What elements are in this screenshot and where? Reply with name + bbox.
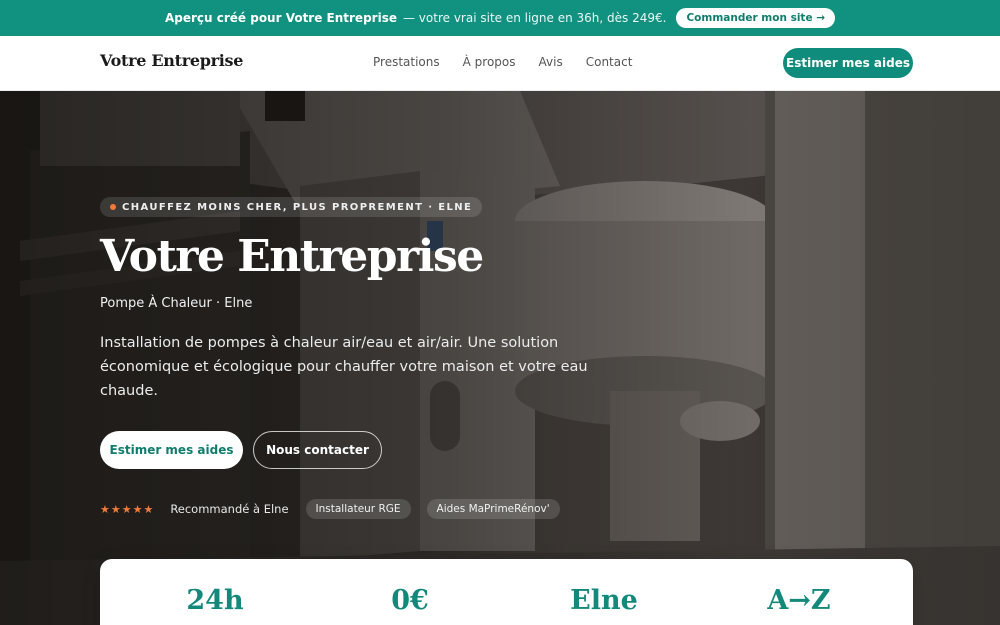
hero-description: Installation de pompes à chaleur air/eau… — [100, 335, 588, 399]
header-estimate-button[interactable]: Estimer mes aides — [783, 48, 913, 78]
nav-link-a-propos[interactable]: À propos — [463, 55, 516, 69]
banner-text: — votre vrai site en ligne en 36h, dès 2… — [402, 11, 667, 25]
rating-stars-icon: ★★★★★ — [100, 502, 155, 516]
banner-headline: Aperçu créé pour Votre Entreprise — [164, 11, 397, 25]
promo-banner: Aperçu créé pour Votre Entreprise — votr… — [0, 0, 1000, 36]
main-nav: Prestations À propos Avis Contact — [373, 55, 632, 69]
kicker-text: CHAUFFEZ MOINS CHER, PLUS PROPREMENT · E… — [122, 201, 473, 213]
brand-logo[interactable]: Votre Entreprise — [100, 51, 243, 70]
stat-price: 0€ — [391, 585, 429, 616]
contact-button[interactable]: Nous contacter — [253, 431, 382, 469]
recommended-text: Recommandé à Elne — [170, 502, 289, 516]
hero-kicker-badge: CHAUFFEZ MOINS CHER, PLUS PROPREMENT · E… — [100, 197, 483, 217]
trust-bar: ★★★★★ Recommandé à Elne Installateur RGE… — [100, 499, 560, 519]
nav-link-avis[interactable]: Avis — [539, 55, 563, 69]
nav-link-contact[interactable]: Contact — [586, 55, 633, 69]
order-site-button[interactable]: Commander mon site → — [676, 8, 836, 28]
stat-location: Elne — [570, 585, 638, 616]
stat-delay: 24h — [186, 585, 244, 616]
site-header: Votre Entreprise Prestations À propos Av… — [0, 36, 1000, 91]
hero-title: Votre Entreprise — [100, 231, 484, 282]
hero-section: CHAUFFEZ MOINS CHER, PLUS PROPREMENT · E… — [0, 91, 1000, 625]
stat-coverage: A→Z — [767, 585, 831, 616]
stats-card: 24h 0€ Elne A→Z — [100, 559, 913, 625]
nav-link-prestations[interactable]: Prestations — [373, 55, 440, 69]
hero-subtitle: Pompe À Chaleur · Elne — [100, 296, 253, 311]
rge-badge: Installateur RGE — [305, 499, 411, 519]
estimate-aid-button[interactable]: Estimer mes aides — [100, 431, 243, 469]
kicker-dot-icon — [110, 204, 116, 210]
maprimerenov-badge: Aides MaPrimeRénov' — [426, 499, 560, 519]
